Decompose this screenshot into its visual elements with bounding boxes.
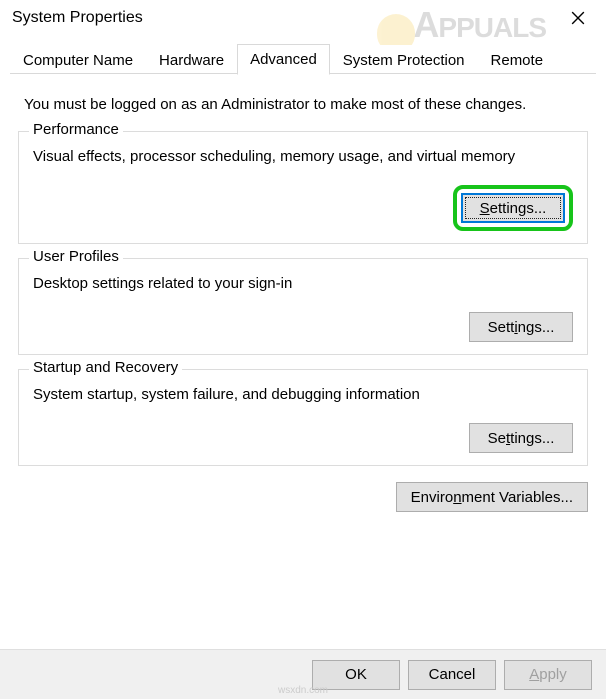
tab-strip: Computer Name Hardware Advanced System P… [0,36,606,74]
tab-computer-name[interactable]: Computer Name [10,45,146,75]
group-startup-recovery: Startup and Recovery System startup, sys… [18,369,588,466]
tab-content: You must be logged on as an Administrato… [0,74,606,522]
group-performance-desc: Visual effects, processor scheduling, me… [33,148,573,165]
cancel-button[interactable]: Cancel [408,660,496,690]
window-title: System Properties [12,9,558,27]
group-performance: Performance Visual effects, processor sc… [18,131,588,244]
close-icon [571,11,585,25]
environment-variables-button[interactable]: Environment Variables... [396,482,588,512]
highlight-performance-settings: Settings... [453,185,573,231]
titlebar: System Properties [0,0,606,36]
intro-text: You must be logged on as an Administrato… [24,96,582,113]
close-button[interactable] [558,4,598,32]
tab-hardware[interactable]: Hardware [146,45,237,75]
group-startup-recovery-legend: Startup and Recovery [29,359,182,376]
user-profiles-settings-button[interactable]: Settings... [469,312,573,342]
apply-button[interactable]: Apply [504,660,592,690]
group-user-profiles: User Profiles Desktop settings related t… [18,258,588,355]
group-user-profiles-desc: Desktop settings related to your sign-in [33,275,573,292]
performance-settings-button[interactable]: Settings... [461,193,565,223]
group-performance-legend: Performance [29,121,123,138]
dialog-button-bar: OK Cancel Apply [0,649,606,699]
ok-button[interactable]: OK [312,660,400,690]
group-startup-recovery-desc: System startup, system failure, and debu… [33,386,573,403]
tab-remote[interactable]: Remote [478,45,557,75]
startup-recovery-settings-button[interactable]: Settings... [469,423,573,453]
tab-advanced[interactable]: Advanced [237,44,330,75]
tab-system-protection[interactable]: System Protection [330,45,478,75]
group-user-profiles-legend: User Profiles [29,248,123,265]
